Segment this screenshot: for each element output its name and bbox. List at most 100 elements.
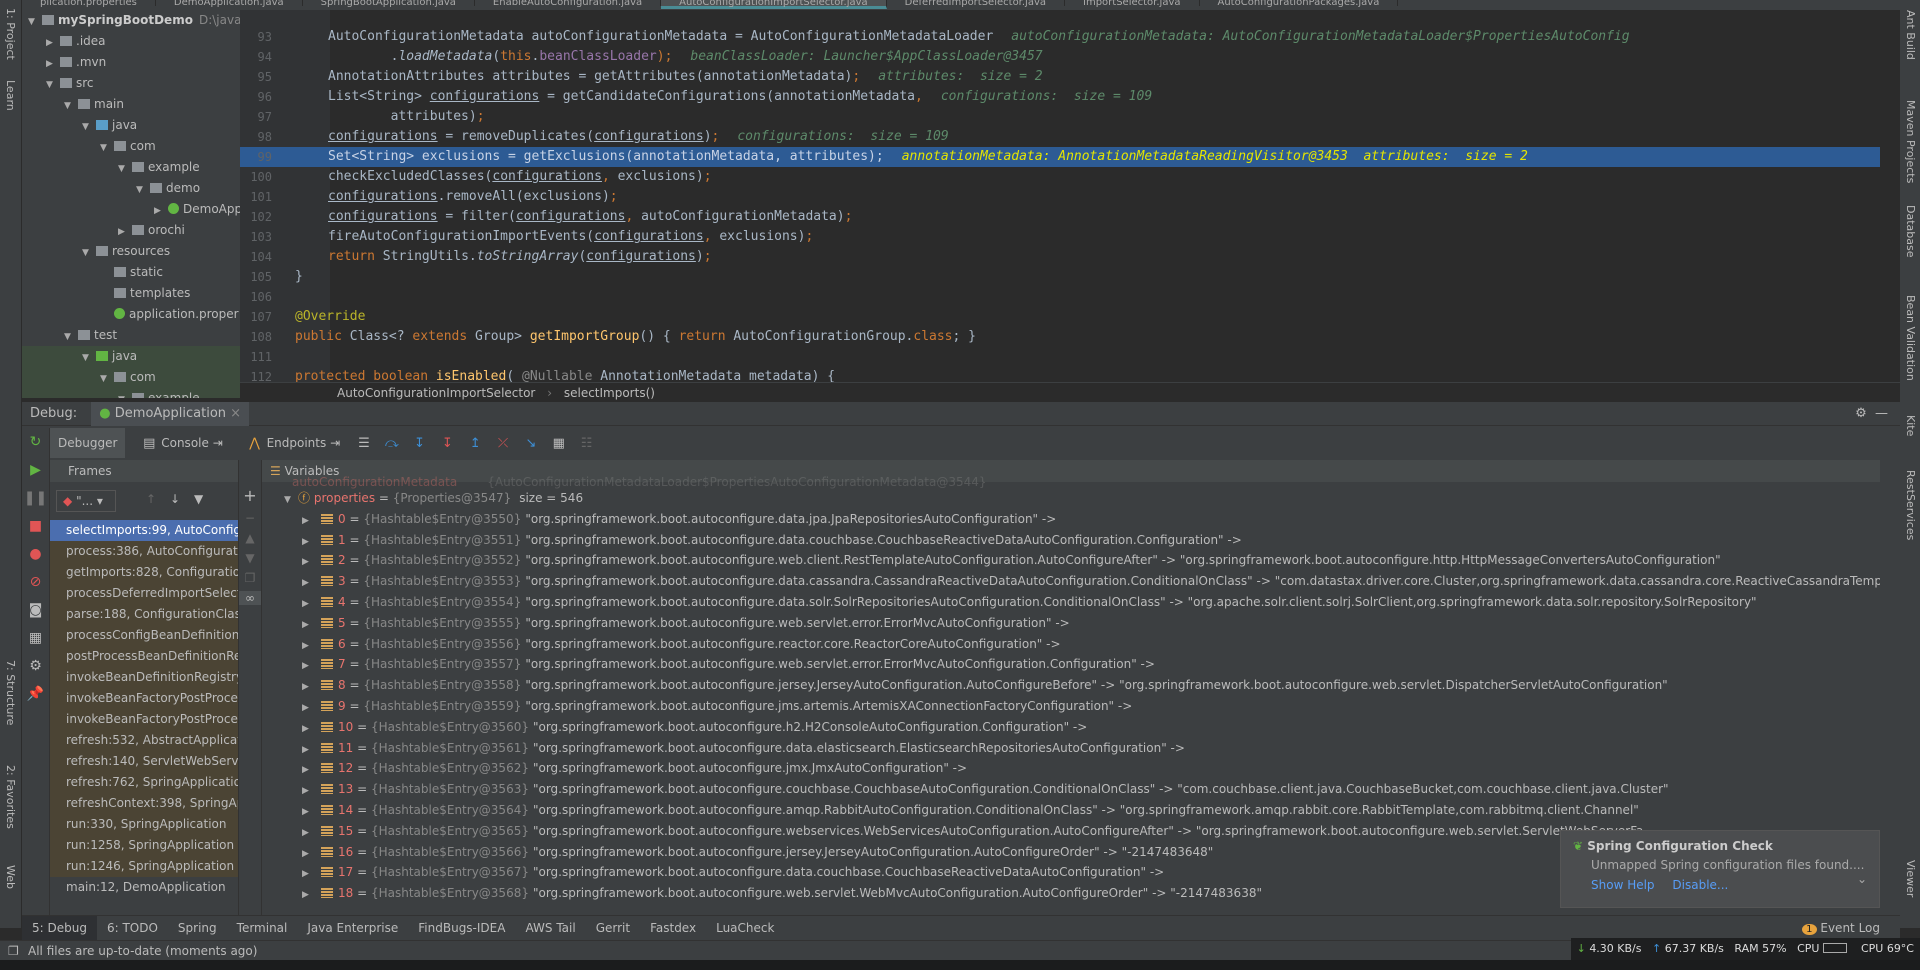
code-line[interactable]: 100 checkExcludedClasses(configurations, … (240, 167, 1880, 187)
tab-debugger[interactable]: Debugger (50, 428, 126, 458)
stack-frame[interactable]: invokeBeanFactoryPostProcessors (50, 709, 238, 730)
resume-icon[interactable]: ▶ (22, 456, 49, 484)
thread-selector[interactable]: ◆ "... ▾ (56, 490, 116, 512)
variable-entry[interactable]: ▶ 13 = {Hashtable$Entry@3563} "org.springf… (302, 779, 1669, 800)
project-tree-item[interactable]: ▼ resources (22, 241, 240, 262)
project-tree-item[interactable]: ▼ mySpringBootDemo D:\java_s (22, 10, 240, 31)
chevron-down-icon[interactable]: ⌄ (1857, 872, 1867, 886)
expand-icon[interactable]: ▼ (284, 490, 298, 511)
favorites-tool-button[interactable]: 2: Favorites (4, 765, 17, 829)
project-tree-item[interactable]: ▼ example (22, 388, 240, 398)
tree-toggle-icon[interactable]: ▼ (100, 138, 114, 159)
camera-icon[interactable]: ◙ (22, 596, 49, 624)
variable-entry[interactable]: ▶ 6 = {Hashtable$Entry@3556} "org.springfr… (302, 634, 1061, 655)
force-step-into-icon[interactable]: ↧ (439, 429, 455, 459)
bottom-tab[interactable]: LuaCheck (706, 916, 784, 941)
stop-icon[interactable]: ■ (22, 512, 49, 540)
code-line[interactable]: 99 Set<String> exclusions = getExclusions… (240, 147, 1880, 167)
maven-projects-button[interactable]: Maven Projects (1904, 100, 1917, 183)
code-line[interactable]: 97 attributes); (240, 107, 1880, 127)
variable-entry[interactable]: ▶ 0 = {Hashtable$Entry@3550} "org.springfr… (302, 509, 1056, 530)
variable-entry[interactable]: ▶ 17 = {Hashtable$Entry@3567} "org.springf… (302, 862, 1164, 883)
project-tree-item[interactable]: ▼ com (22, 367, 240, 388)
editor-tab[interactable]: plication.properties (22, 0, 156, 8)
variable-entry[interactable]: ▶ 15 = {Hashtable$Entry@3565} "org.springf… (302, 821, 1643, 842)
stack-frame[interactable]: processDeferredImportSelectors (50, 583, 238, 604)
code-line[interactable]: 111 (240, 347, 1880, 367)
breadcrumb-method[interactable]: selectImports() (564, 386, 655, 400)
filter-icon[interactable]: ▼ (194, 492, 203, 506)
variable-entry[interactable]: ▶ 1 = {Hashtable$Entry@3551} "org.springfr… (302, 530, 1242, 551)
tab-console[interactable]: ▤ Console ⇥ (129, 428, 231, 459)
step-out-icon[interactable]: ↥ (467, 429, 483, 459)
database-button[interactable]: Database (1904, 205, 1917, 258)
stack-frame[interactable]: refresh:140, ServletWebServerApplication… (50, 751, 238, 772)
variable-entry[interactable]: ▶ 16 = {Hashtable$Entry@3566} "org.springf… (302, 842, 1213, 863)
stack-frame[interactable]: refreshContext:398, SpringApplication (50, 793, 238, 814)
rest-services-button[interactable]: RestServices (1904, 470, 1917, 540)
editor-tab[interactable]: DemoApplication.java (156, 0, 303, 8)
code-line[interactable]: 106 (240, 287, 1880, 307)
variable-entry[interactable]: ▶ 18 = {Hashtable$Entry@3568} "org.springf… (302, 883, 1262, 904)
copy-icon[interactable]: ❐ (239, 571, 261, 585)
show-execution-point-icon[interactable]: ☰ (356, 429, 372, 459)
tree-toggle-icon[interactable]: ▼ (82, 117, 96, 138)
stack-frame[interactable]: selectImports:99, AutoConfigurationImpor… (50, 520, 238, 541)
settings-icon[interactable]: ⚙ (22, 652, 49, 680)
project-tree-item[interactable]: ▶ .mvn (22, 52, 240, 73)
project-tree-item[interactable]: ▼ example (22, 157, 240, 178)
stack-frame[interactable]: run:1246, SpringApplication (50, 856, 238, 877)
tree-toggle-icon[interactable]: ▼ (46, 75, 60, 96)
tree-toggle-icon[interactable]: ▼ (64, 327, 78, 348)
add-watch-icon[interactable]: + (239, 486, 261, 505)
up-arrow-icon[interactable]: ↑ (146, 492, 156, 506)
viewer-button[interactable]: Viewer (1904, 860, 1917, 897)
move-down-icon[interactable]: ▼ (239, 551, 261, 565)
bottom-tab[interactable]: AWS Tail (515, 916, 585, 941)
stack-frame[interactable]: invokeBeanFactoryPostProcessors (50, 688, 238, 709)
editor-tab[interactable]: AutoConfigurationImportSelector.java (661, 0, 887, 9)
code-line[interactable]: 103 fireAutoConfigurationImportEvents(con… (240, 227, 1880, 247)
stack-frame[interactable]: refresh:762, SpringApplication (50, 772, 238, 793)
step-into-icon[interactable]: ↧ (412, 429, 428, 459)
rerun-icon[interactable]: ↻ (22, 428, 49, 456)
stack-frame[interactable]: refresh:532, AbstractApplicationContext (50, 730, 238, 751)
move-up-icon[interactable]: ▲ (239, 531, 261, 545)
evaluate-expression-icon[interactable]: ▦ (551, 429, 567, 459)
project-tree-item[interactable]: ▼ java (22, 115, 240, 136)
tree-toggle-icon[interactable]: ▼ (118, 390, 132, 398)
tab-endpoints[interactable]: ⋀ Endpoints ⇥ (235, 428, 349, 459)
variable-entry[interactable]: ▶ 10 = {Hashtable$Entry@3560} "org.springf… (302, 717, 1087, 738)
disable-link[interactable]: Disable... (1672, 878, 1728, 892)
variable-entry[interactable]: ▶ 2 = {Hashtable$Entry@3552} "org.springfr… (302, 550, 1721, 571)
tree-toggle-icon[interactable]: ▶ (46, 33, 60, 54)
code-line[interactable]: 96 List<String> configurations = getCandi… (240, 87, 1880, 107)
tree-toggle-icon[interactable]: ▶ (46, 54, 60, 75)
tree-toggle-icon[interactable]: ▼ (118, 159, 132, 180)
variable-entry[interactable]: ▶ 11 = {Hashtable$Entry@3561} "org.springf… (302, 738, 1185, 759)
project-tree-item[interactable]: ▼ java (22, 346, 240, 367)
editor-tab[interactable]: DeferredImportSelector.java (887, 0, 1066, 8)
stack-frame[interactable]: process:386, AutoConfigurationImportSele… (50, 541, 238, 562)
project-tree-item[interactable]: static (22, 262, 240, 283)
breadcrumb-class[interactable]: AutoConfigurationImportSelector (337, 386, 535, 400)
trace-icon[interactable]: ☷ (579, 429, 595, 459)
layout-icon[interactable]: ▦ (22, 624, 49, 652)
tree-toggle-icon[interactable]: ▶ (154, 201, 168, 222)
stack-frame[interactable]: run:1258, SpringApplication (50, 835, 238, 856)
variable-entry[interactable]: ▶ 4 = {Hashtable$Entry@3554} "org.springfr… (302, 592, 1757, 613)
drop-frame-icon[interactable]: ⤫ (495, 429, 511, 459)
bottom-tab[interactable]: 6: TODO (97, 916, 168, 941)
project-tree-item[interactable]: templates (22, 283, 240, 304)
gear-icon[interactable]: ⚙ — (1855, 402, 1888, 426)
project-tree-item[interactable]: ▶ DemoApp (22, 199, 240, 220)
code-line[interactable]: 108 public Class<? extends Group> getImpo… (240, 327, 1880, 347)
tree-toggle-icon[interactable]: ▼ (82, 243, 96, 264)
debug-session-tab[interactable]: ● DemoApplication × (91, 402, 250, 426)
run-to-cursor-icon[interactable]: ↘ (523, 429, 539, 459)
stack-frame[interactable]: invokeBeanDefinitionRegistryPostProcesso… (50, 667, 238, 688)
remove-watch-icon[interactable]: − (239, 511, 261, 525)
variable-entry[interactable]: ▶ 9 = {Hashtable$Entry@3559} "org.springfr… (302, 696, 1132, 717)
code-line[interactable]: 112 protected boolean isEnabled( @Nullabl… (240, 367, 1880, 382)
variable-entry[interactable]: ▶ 5 = {Hashtable$Entry@3555} "org.springfr… (302, 613, 1070, 634)
